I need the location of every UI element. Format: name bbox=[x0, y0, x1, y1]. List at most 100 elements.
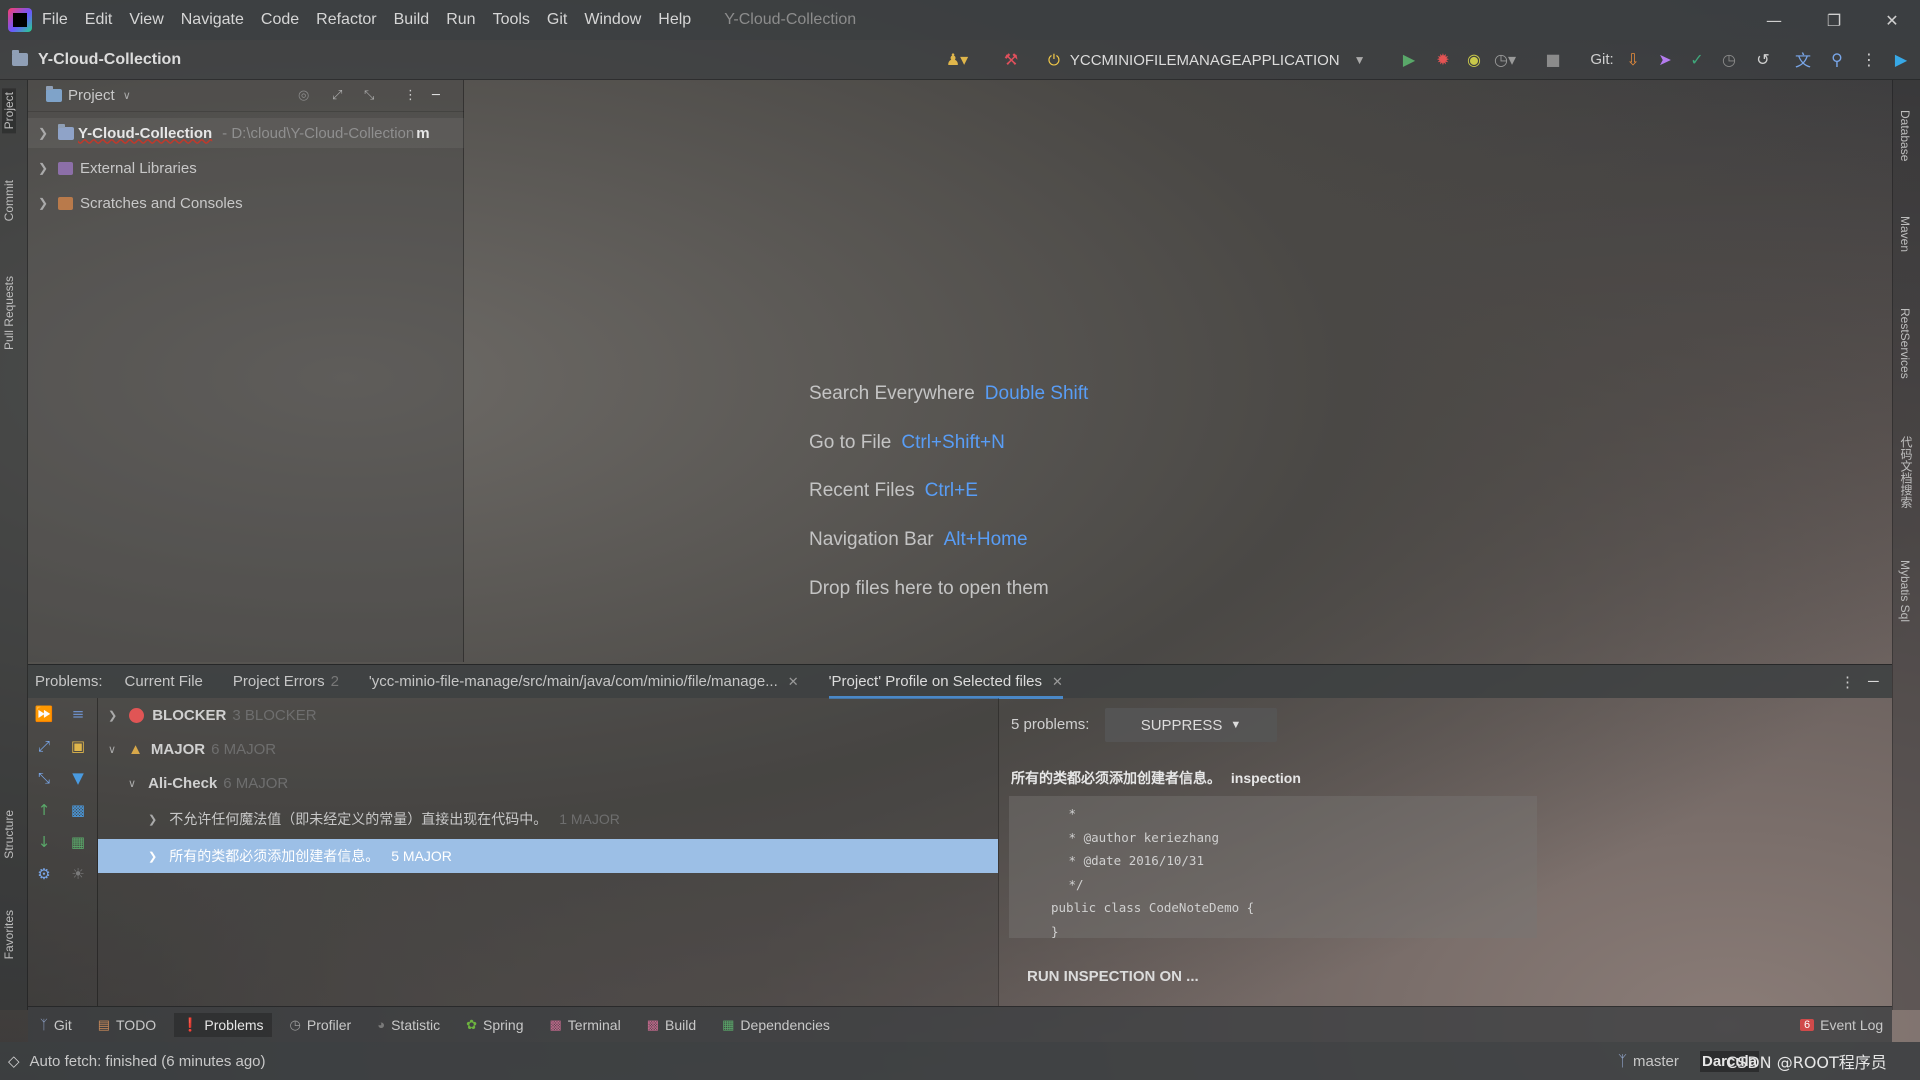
git-commit-icon[interactable]: ✓ bbox=[1686, 48, 1708, 70]
filter-icon[interactable]: ▼ bbox=[68, 768, 88, 788]
tool-terminal[interactable]: ▩ Terminal bbox=[549, 1017, 620, 1033]
tool-spring[interactable]: ✿ Spring bbox=[466, 1017, 523, 1033]
prev-problem-icon[interactable]: ↑ bbox=[34, 800, 54, 820]
chevron-right-icon[interactable]: ❯ bbox=[36, 161, 50, 175]
close-icon[interactable]: ✕ bbox=[788, 674, 799, 690]
tab-current-file[interactable]: Current File bbox=[125, 673, 203, 690]
chevron-right-icon[interactable]: ❯ bbox=[108, 709, 117, 722]
hide-panel-icon[interactable]: ─ bbox=[432, 88, 440, 103]
tab-project-errors[interactable]: Project Errors 2 bbox=[233, 673, 339, 690]
chevron-right-icon[interactable]: ❯ bbox=[148, 850, 157, 863]
tool-todo[interactable]: ▤ TODO bbox=[98, 1017, 157, 1033]
project-breadcrumb[interactable]: Y-Cloud-Collection bbox=[12, 50, 181, 69]
stop-icon[interactable]: ■ bbox=[1542, 48, 1564, 70]
settings-gear-icon[interactable]: ⚙ bbox=[34, 864, 54, 884]
more-icon[interactable]: ⋮ bbox=[1858, 48, 1880, 70]
chevron-right-icon[interactable]: ❯ bbox=[36, 196, 50, 210]
tab-database[interactable]: Database bbox=[1898, 110, 1912, 161]
menu-refactor[interactable]: Refactor bbox=[316, 11, 376, 29]
menu-edit[interactable]: Edit bbox=[85, 11, 113, 29]
tree-node-creator-info[interactable]: ❯ 所有的类都必须添加创建者信息。 5 MAJOR bbox=[148, 839, 452, 873]
menu-view[interactable]: View bbox=[129, 11, 163, 29]
tool-problems[interactable]: ❗ Problems bbox=[174, 1012, 272, 1037]
project-view-selector[interactable]: Project bbox=[68, 87, 115, 104]
menu-run[interactable]: Run bbox=[446, 11, 475, 29]
menu-build[interactable]: Build bbox=[394, 11, 430, 29]
bulb-icon[interactable]: ☀ bbox=[68, 864, 88, 884]
suppress-button[interactable]: SUPPRESS ▼ bbox=[1105, 708, 1277, 742]
chevron-down-icon[interactable]: ∨ bbox=[128, 777, 136, 790]
expand-all-icon[interactable]: ⤢ bbox=[34, 736, 54, 756]
coverage-icon[interactable]: ◉ bbox=[1463, 48, 1485, 70]
translate-icon[interactable]: 文 bbox=[1792, 48, 1814, 70]
tool-profiler[interactable]: ◷ Profiler bbox=[290, 1017, 352, 1033]
git-push-icon[interactable]: ➤ bbox=[1654, 48, 1676, 70]
tool-dependencies[interactable]: ▦ Dependencies bbox=[722, 1017, 830, 1033]
options-icon[interactable]: ⋮ bbox=[1840, 673, 1855, 691]
tab-pull-requests[interactable]: Pull Requests bbox=[2, 276, 16, 350]
options-icon[interactable]: ⋮ bbox=[404, 88, 417, 103]
collapse-all-icon[interactable]: ⤡ bbox=[34, 768, 54, 788]
collapse-all-icon[interactable]: ⤡ bbox=[364, 88, 374, 103]
tab-file-inspection[interactable]: 'ycc-minio-file-manage/src/main/java/com… bbox=[369, 673, 799, 690]
file-icon[interactable]: ▦ bbox=[68, 832, 88, 852]
preview-icon[interactable]: ▣ bbox=[68, 736, 88, 756]
menu-code[interactable]: Code bbox=[261, 11, 299, 29]
menu-git[interactable]: Git bbox=[547, 11, 567, 29]
plugin-icon[interactable]: ▶ bbox=[1890, 48, 1912, 70]
menu-navigate[interactable]: Navigate bbox=[181, 11, 244, 29]
tab-code-doc-search[interactable]: 代码文档搜索 bbox=[1898, 436, 1915, 508]
run-icon[interactable]: ▶ bbox=[1398, 48, 1420, 70]
tab-maven[interactable]: Maven bbox=[1898, 216, 1912, 252]
minimize-button[interactable]: — bbox=[1746, 0, 1802, 40]
users-icon[interactable]: ♟▾ bbox=[946, 48, 968, 70]
tab-mybatis-sql[interactable]: Mybatis Sql bbox=[1898, 560, 1912, 622]
tab-profile-selected-files[interactable]: 'Project' Profile on Selected files ✕ bbox=[828, 665, 1063, 699]
profile-icon[interactable]: ◷▾ bbox=[1494, 48, 1516, 70]
export-icon[interactable]: ▩ bbox=[68, 800, 88, 820]
tree-node-major[interactable]: ∨ ▲ MAJOR 6 MAJOR bbox=[108, 732, 276, 766]
tab-commit[interactable]: Commit bbox=[2, 180, 16, 221]
rerun-icon[interactable]: ⏩ bbox=[34, 704, 54, 724]
layers-icon[interactable]: ◇ bbox=[8, 1052, 20, 1070]
next-problem-icon[interactable]: ↓ bbox=[34, 832, 54, 852]
git-branch-widget[interactable]: ᛉ master bbox=[1618, 1053, 1679, 1070]
hammer-icon[interactable]: ⚒ bbox=[1000, 48, 1022, 70]
restore-button[interactable]: ❐ bbox=[1806, 0, 1862, 40]
tab-project[interactable]: Project bbox=[2, 88, 16, 134]
close-icon[interactable]: ✕ bbox=[1052, 674, 1063, 690]
close-window-button[interactable]: ✕ bbox=[1864, 0, 1920, 40]
tree-node-magic-value[interactable]: ❯ 不允许任何魔法值（即未经定义的常量）直接出现在代码中。 1 MAJOR bbox=[148, 802, 620, 836]
rollback-icon[interactable]: ↺ bbox=[1752, 48, 1774, 70]
hide-panel-icon[interactable]: ─ bbox=[1868, 673, 1879, 690]
expand-all-icon[interactable]: ⤢ bbox=[332, 88, 342, 103]
run-config-selector[interactable]: ⏻ YCCMINIOFILEMANAGEAPPLICATION ▼ bbox=[1048, 48, 1366, 72]
tree-item-external-libraries[interactable]: ❯ External Libraries bbox=[28, 153, 464, 183]
tab-favorites[interactable]: Favorites bbox=[2, 910, 16, 959]
menu-file[interactable]: File bbox=[42, 11, 68, 29]
locate-icon[interactable]: ◎ bbox=[298, 88, 309, 103]
group-by-icon[interactable]: ≡ bbox=[68, 704, 88, 724]
tree-item-project-root[interactable]: ❯ Y-Cloud-Collection - D:\cloud\Y-Cloud-… bbox=[28, 118, 464, 148]
tool-statistic[interactable]: ◕ Statistic bbox=[377, 1017, 440, 1033]
run-inspection-link[interactable]: RUN INSPECTION ON ... bbox=[1027, 968, 1199, 985]
menu-help[interactable]: Help bbox=[658, 11, 691, 29]
tool-git[interactable]: ᛉ Git bbox=[40, 1017, 72, 1033]
debug-icon[interactable]: ✹ bbox=[1432, 48, 1454, 70]
chevron-down-icon[interactable]: ∨ bbox=[123, 89, 131, 102]
menu-window[interactable]: Window bbox=[584, 11, 641, 29]
chevron-down-icon[interactable]: ∨ bbox=[108, 743, 116, 756]
tree-node-ali-check[interactable]: ∨ Ali-Check 6 MAJOR bbox=[128, 766, 288, 800]
tool-build[interactable]: ▩ Build bbox=[647, 1017, 696, 1033]
menu-tools[interactable]: Tools bbox=[493, 11, 530, 29]
history-icon[interactable]: ◷ bbox=[1718, 48, 1740, 70]
tree-node-blocker[interactable]: ❯ BLOCKER 3 BLOCKER bbox=[108, 698, 317, 732]
chevron-right-icon[interactable]: ❯ bbox=[36, 126, 50, 140]
search-icon[interactable]: ⚲ bbox=[1826, 48, 1848, 70]
chevron-right-icon[interactable]: ❯ bbox=[148, 813, 157, 826]
tree-item-scratches[interactable]: ❯ Scratches and Consoles bbox=[28, 188, 464, 218]
event-log-button[interactable]: 6 Event Log bbox=[1800, 1017, 1883, 1033]
git-update-icon[interactable]: ⇩ bbox=[1622, 48, 1644, 70]
tab-structure[interactable]: Structure bbox=[2, 810, 16, 859]
tab-restservices[interactable]: RestServices bbox=[1898, 308, 1912, 379]
